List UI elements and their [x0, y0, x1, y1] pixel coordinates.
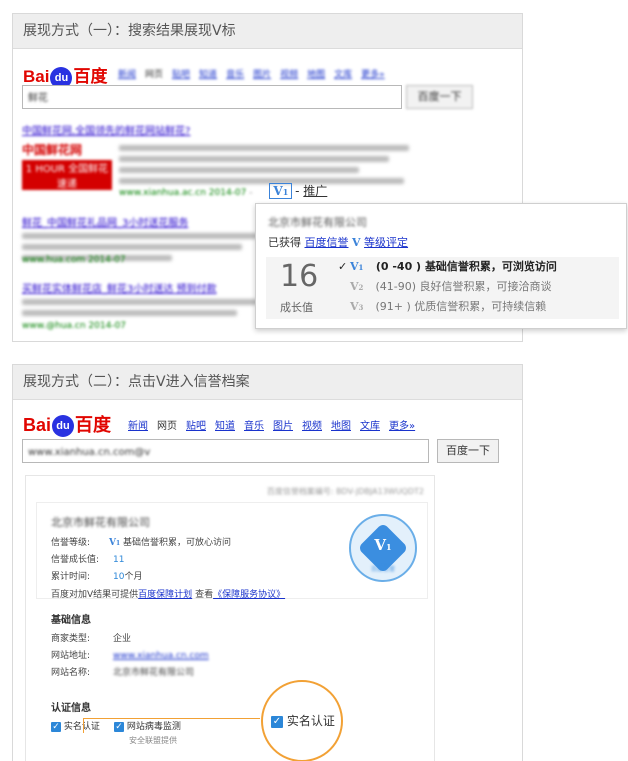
popup-score-label: 成长值 [280, 301, 313, 314]
panel2-search-button[interactable]: 百度一下 [437, 439, 499, 463]
callout-label: 实名认证 [286, 714, 335, 728]
merchant-type-row: 商家类型: 企业 [51, 634, 132, 644]
panel2-nav: 新闻 网页 贴吧 知道 音乐 图片 视频 地图 文库 更多» [128, 417, 424, 432]
site-url-link[interactable]: www.xianhua.cn.com [113, 651, 209, 661]
nav-map[interactable]: 地图 [331, 421, 351, 432]
result2-title[interactable]: 鲜花_中国鲜花礼品网_3小时送花服务 [22, 214, 188, 229]
trust-link[interactable]: 百度信誉 [305, 236, 349, 249]
v3-icon: V3 [350, 300, 364, 313]
nav-images[interactable]: 图片 [253, 70, 271, 80]
result1-banner: 1 HOUR 全国鲜花速递 [22, 160, 112, 190]
nav-news[interactable]: 新闻 [128, 421, 148, 432]
nav-more[interactable]: 更多» [389, 421, 415, 432]
check-icon: ✓ [271, 715, 283, 728]
panel1-search-button[interactable]: 百度一下 [406, 85, 473, 109]
nav-zhidao[interactable]: 知道 [215, 421, 235, 432]
trust-popup: 北京市鲜花有限公司 已获得 百度信誉 V 等级评定 16 成长值 ✓ V1 (0 … [255, 203, 627, 329]
grade-link[interactable]: 等级评定 [364, 236, 408, 249]
nav-music[interactable]: 音乐 [244, 421, 264, 432]
nav-news[interactable]: 新闻 [118, 70, 136, 80]
popup-score: 16 [280, 259, 319, 294]
nav-video[interactable]: 视频 [280, 70, 298, 80]
level-row: V2 (41-90) 良好信誉积累，可接洽商谈 [338, 277, 557, 297]
panel2-search-input[interactable]: www.xianhua.cn.com@v [22, 439, 429, 463]
nav-map[interactable]: 地图 [307, 70, 325, 80]
v-icon: V [352, 236, 361, 249]
guarantee-row: 百度对加V结果可提供百度保障计划 查看《保障服务协议》 [51, 590, 286, 600]
v-badge-button[interactable]: V1 [269, 183, 293, 199]
basic-info-heading: 基础信息 [51, 615, 91, 626]
result3-snippet [22, 294, 262, 321]
level-row: V3 (91+ ) 优质信誉积累，可持续信赖 [338, 297, 557, 317]
result1-url-row: www.xianhua.ac.cn 2014-07 - V1 - 推广 [119, 183, 328, 199]
nav-wenku[interactable]: 文库 [334, 70, 352, 80]
nav-music[interactable]: 音乐 [226, 70, 244, 80]
growth-row: 信誉成长值: 11 [51, 555, 125, 565]
trust-seal-icon: V1 百度信誉 [349, 514, 417, 582]
result1-url[interactable]: www.xianhua.ac.cn 2014-07 [119, 188, 246, 198]
result1-badge: 中国鲜花网 [22, 143, 83, 157]
nav-wenku[interactable]: 文库 [360, 421, 380, 432]
popup-level-box: 16 成长值 ✓ V1 (0 -40 ) 基础信誉积累，可浏览访问 V2 (41-… [266, 257, 619, 319]
protocol-link[interactable]: 《保障服务协议》 [213, 590, 285, 600]
nav-web[interactable]: 网页 [157, 421, 177, 432]
panel1-nav: 新闻 网页 贴吧 知道 音乐 图片 视频 地图 文库 更多» [118, 67, 394, 80]
result1-title[interactable]: 中国鲜花网,全国领先的鲜花网站鲜花? [22, 122, 191, 137]
result1-thumbnail: 中国鲜花网 1 HOUR 全国鲜花速递 [22, 140, 112, 196]
time-row: 累计时间: 10个月 [51, 572, 143, 582]
record-company: 北京市鲜花有限公司 [51, 516, 150, 529]
nav-images[interactable]: 图片 [273, 421, 293, 432]
v1-icon: V1 [109, 538, 121, 548]
popup-obtained-row: 已获得 百度信誉 V 等级评定 [268, 236, 409, 249]
trust-level-row: 信誉等级: V1 基础信誉积累，可放心访问 [51, 538, 232, 548]
result3-title[interactable]: 买鲜花实体鲜花店_鲜花3小时送达 预到付款 [22, 280, 217, 295]
nav-tieba[interactable]: 贴吧 [172, 70, 190, 80]
result2-url[interactable]: www.hua.com 2014-07 [22, 255, 126, 265]
level-row: ✓ V1 (0 -40 ) 基础信誉积累，可浏览访问 [338, 257, 557, 277]
nav-video[interactable]: 视频 [302, 421, 322, 432]
panel-trust-record: 展现方式（二）：点击V进入信誉档案 Bai du 百度 新闻 网页 贴吧 知道 音乐 图片 视频… [12, 364, 523, 761]
check-icon: ✓ [51, 721, 61, 732]
site-name-row: 网站名称: 北京市鲜花有限公司 [51, 668, 195, 678]
v1-icon: V1 [350, 260, 364, 273]
result3-url[interactable]: www.@hua.cn 2014-07 [22, 321, 126, 331]
panel2-title: 展现方式（二）：点击V进入信誉档案 [13, 365, 522, 400]
record-number: 百度信誉档案编号: BDV-JDBJA13WUQDT2 [266, 487, 424, 496]
site-url-row: 网站地址: www.xianhua.cn.com [51, 651, 209, 661]
guarantee-link[interactable]: 百度保障计划 [138, 590, 192, 600]
popup-company: 北京市鲜花有限公司 [268, 216, 367, 229]
nav-tieba[interactable]: 贴吧 [186, 421, 206, 432]
cert-info-heading: 认证信息 [51, 703, 91, 714]
callout-circle: ✓ 实名认证 [261, 680, 343, 761]
panel1-search-input[interactable]: 鲜花 [22, 85, 402, 109]
nav-more[interactable]: 更多» [361, 70, 385, 80]
promo-link[interactable]: 推广 [303, 184, 327, 198]
baidu-logo: Bai du 百度 [23, 411, 111, 438]
panel1-title: 展现方式（一）：搜索结果展现V标 [13, 14, 522, 49]
v2-icon: V2 [350, 280, 364, 293]
level-list: ✓ V1 (0 -40 ) 基础信誉积累，可浏览访问 V2 (41-90) 良好信… [338, 257, 557, 317]
nav-web[interactable]: 网页 [145, 70, 163, 80]
nav-zhidao[interactable]: 知道 [199, 70, 217, 80]
cert-virus-sub: 安全联盟提供 [129, 736, 177, 745]
callout-line [83, 718, 260, 733]
paw-icon: du [52, 415, 75, 438]
